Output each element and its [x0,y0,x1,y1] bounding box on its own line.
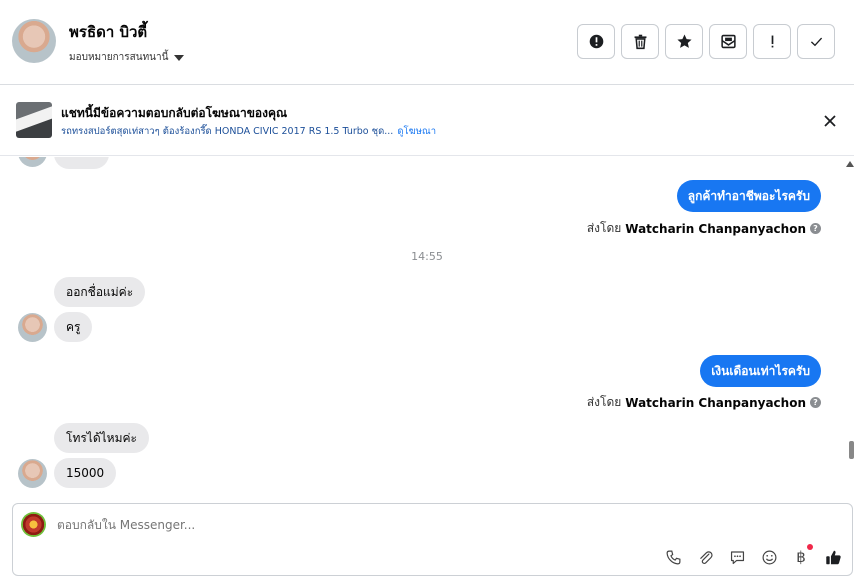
ad-thumbnail[interactable] [16,102,52,138]
contact-name[interactable]: พรธิดา บิวตี้ [69,20,147,44]
contact-avatar-small [18,313,47,342]
reply-composer: ฿ [12,503,853,576]
ad-banner-title: แชทนี้มีข้อความตอบกลับต่อโฆษณาของคุณ [61,106,288,120]
assign-conversation-dropdown[interactable]: มอบหมายการสนทนานี้ [69,50,185,65]
reply-input[interactable] [57,518,657,532]
message-bubble-outgoing[interactable]: เงินเดือนเท่าไรครับ [700,355,821,387]
star-icon [676,34,692,48]
trash-icon [634,34,646,50]
paperclip-icon [699,550,713,564]
assign-label: มอบหมายการสนทนานี้ [69,52,169,63]
saved-replies-button[interactable] [728,548,746,566]
smiley-icon [762,550,776,564]
close-icon[interactable] [822,113,838,129]
message-bubble-incoming[interactable]: ออกชื่อแม่ค่ะ [54,277,146,307]
chevron-down-icon [174,54,185,61]
message-bubble-incoming[interactable]: 15000 [54,458,117,488]
contact-avatar-small [18,459,47,488]
exclamation-icon [771,35,773,48]
ad-description: รถทรงสปอร์ตสุดเท่สาวๆ ต้องร้องกรี๊ด HOND… [61,126,394,137]
messenger-conversation: พรธิดา บิวตี้ มอบหมายการสนทนานี้ แชทนี้ม… [0,0,854,579]
message-bubble-incoming[interactable]: ครู [54,312,93,342]
important-button[interactable] [753,24,791,59]
sent-by-label: ส่งโดย Watcharin Chanpanyachon ? [587,219,821,238]
help-icon[interactable]: ? [810,223,821,234]
contact-avatar-small [18,157,47,167]
scroll-up-arrow-icon[interactable] [846,161,854,167]
thumbs-up-icon [825,550,841,564]
message-thread[interactable]: ลูกค้าทำอาชีพอะไรครับ ส่งโดย Watcharin C… [0,157,854,495]
page-avatar [21,512,46,537]
mark-unread-button[interactable] [709,24,747,59]
sent-by-prefix: ส่งโดย [586,395,622,409]
sent-by-label: ส่งโดย Watcharin Chanpanyachon ? [587,393,821,412]
checkmark-icon [810,37,822,47]
call-button[interactable] [664,548,682,566]
delete-button[interactable] [621,24,659,59]
envelope-icon [720,34,736,49]
ad-banner-subtitle: รถทรงสปอร์ตสุดเท่สาวๆ ต้องร้องกรี๊ด HOND… [61,124,436,139]
message-bubble-incoming[interactable] [54,157,109,169]
attach-button[interactable] [696,548,714,566]
contact-avatar[interactable] [12,19,56,63]
emoji-button[interactable] [760,548,778,566]
notification-dot [807,544,813,550]
help-icon[interactable]: ? [810,397,821,408]
scrollbar-thumb[interactable] [849,441,854,459]
mark-done-button[interactable] [797,24,835,59]
sender-name: Watcharin Chanpanyachon [625,221,806,236]
phone-icon [666,550,680,564]
baht-icon: ฿ [796,548,806,566]
ad-reply-banner: แชทนี้มีข้อความตอบกลับต่อโฆษณาของคุณ รถท… [0,86,854,156]
composer-actions: ฿ [664,544,842,566]
view-ad-link[interactable]: ดูโฆษณา [397,126,436,137]
alert-circle-icon [589,34,603,49]
scrollbar[interactable] [846,157,854,495]
report-spam-button[interactable] [577,24,615,59]
star-button[interactable] [665,24,703,59]
message-bubble-outgoing[interactable]: ลูกค้าทำอาชีพอะไรครับ [676,180,821,212]
like-button[interactable] [824,548,842,566]
message-timestamp: 14:55 [411,250,443,263]
message-bubble-incoming[interactable]: โทรได้ไหมค่ะ [54,423,149,453]
conversation-header: พรธิดา บิวตี้ มอบหมายการสนทนานี้ [0,0,854,85]
sent-by-prefix: ส่งโดย [586,221,622,235]
sender-name: Watcharin Chanpanyachon [625,395,806,410]
chat-bubble-icon [730,550,744,564]
payment-button[interactable]: ฿ [792,544,813,566]
conversation-toolbar [577,24,835,59]
